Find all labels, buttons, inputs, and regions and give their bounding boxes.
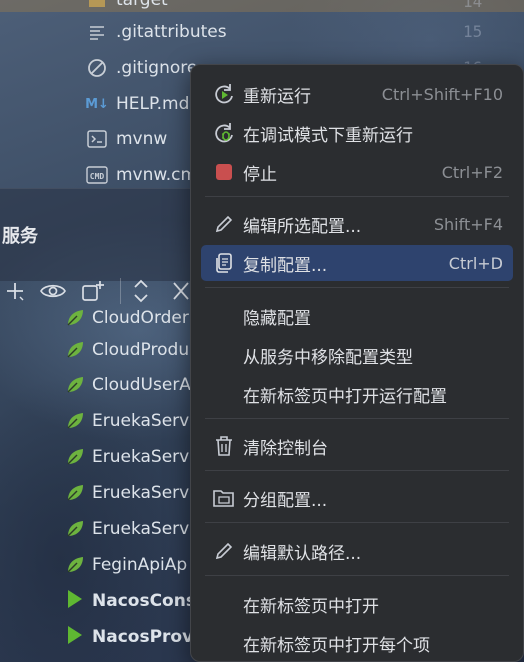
menu-item-shortcut: Ctrl+F2 — [441, 162, 503, 182]
line-number: 15 — [463, 22, 483, 41]
service-item[interactable]: EruekaServe — [64, 403, 200, 439]
service-label: NacosProv — [92, 627, 194, 647]
spring-leaf-icon — [64, 410, 86, 432]
edit-icon — [213, 213, 235, 235]
menu-item-label: 在新标签页中打开运行配置 — [243, 386, 447, 407]
edit-icon — [213, 540, 235, 562]
service-label: EruekaServe — [92, 483, 200, 503]
service-label: NacosCons — [92, 591, 196, 611]
menu-item-rerun[interactable]: 重新运行 Ctrl+Shift+F10 — [201, 76, 513, 112]
menu-item-edit-config[interactable]: 编辑所选配置... Shift+F4 — [201, 206, 513, 242]
service-item[interactable]: CloudUserA — [64, 367, 191, 403]
menu-item-rerun-debug[interactable]: 在调试模式下重新运行 — [201, 115, 513, 151]
rerun-debug-icon — [213, 122, 235, 144]
menu-item-label: 在新标签页中打开 — [243, 596, 379, 617]
menu-item-clear-console[interactable]: 清除控制台 — [201, 428, 513, 464]
service-label: EruekaServe — [92, 447, 200, 467]
menu-item-hide-config[interactable]: 隐藏配置 — [201, 298, 513, 334]
menu-separator — [205, 196, 509, 197]
menu-item-label: 重新运行 — [243, 86, 311, 107]
menu-item-stop[interactable]: 停止 Ctrl+F2 — [201, 154, 513, 190]
selected-row-highlight — [0, 0, 524, 12]
menu-item-open-run-config-new-tab[interactable]: 在新标签页中打开运行配置 — [201, 376, 513, 412]
service-label: EruekaServi — [92, 519, 194, 539]
service-label: CloudUserA — [92, 375, 191, 395]
cmd-file-icon: CMD — [86, 164, 108, 186]
menu-item-remove-config-type[interactable]: 从服务中移除配置类型 — [201, 337, 513, 373]
menu-separator — [205, 287, 509, 288]
menu-item-group-config[interactable]: 分组配置... — [201, 480, 513, 516]
rerun-icon — [213, 83, 235, 105]
menu-item-shortcut: Ctrl+Shift+F10 — [381, 84, 503, 104]
service-label: CloudProdu — [92, 340, 190, 360]
menu-item-label: 复制配置... — [243, 255, 328, 276]
spring-leaf-icon — [64, 374, 86, 396]
menu-item-label: 在调试模式下重新运行 — [243, 125, 413, 146]
service-label: EruekaServe — [92, 411, 200, 431]
menu-item-edit-default-path[interactable]: 编辑默认路径... — [201, 533, 513, 569]
spring-leaf-icon — [64, 518, 86, 540]
run-icon — [64, 626, 86, 648]
service-item-running[interactable]: NacosCons — [64, 583, 196, 619]
menu-separator — [205, 470, 509, 471]
service-item[interactable]: EruekaServe — [64, 439, 200, 475]
services-panel-title: 服务 — [2, 226, 38, 247]
menu-item-label: 编辑默认路径... — [243, 543, 362, 564]
service-item[interactable]: EruekaServi — [64, 511, 194, 547]
group-folder-icon — [213, 487, 235, 509]
menu-item-open-in-new-tab[interactable]: 在新标签页中打开 — [201, 586, 513, 622]
copy-icon — [213, 252, 235, 274]
menu-item-open-each-in-new-tab[interactable]: 在新标签页中打开每个项 — [201, 625, 513, 661]
svg-text:CMD: CMD — [90, 172, 105, 181]
menu-item-label: 分组配置... — [243, 490, 328, 511]
menu-separator — [205, 418, 509, 419]
folder-icon — [86, 0, 108, 11]
run-icon — [64, 590, 86, 612]
spring-leaf-icon — [64, 339, 86, 361]
service-item[interactable]: FeginApiAp — [64, 547, 187, 583]
trash-icon — [213, 435, 235, 457]
menu-item-label: 在新标签页中打开每个项 — [243, 635, 430, 656]
tree-item-label: target — [116, 0, 168, 10]
stop-icon — [213, 161, 235, 183]
tree-item-label: .gitignore — [116, 58, 198, 78]
menu-separator — [205, 575, 509, 576]
service-label: FeginApiAp — [92, 555, 188, 575]
tree-item-label: mvnw — [116, 129, 168, 149]
tree-item-gitattributes[interactable]: .gitattributes — [86, 14, 227, 50]
markdown-file-icon: M↓ — [85, 96, 109, 112]
ignore-file-icon — [86, 57, 108, 79]
spring-leaf-icon — [64, 446, 86, 468]
menu-item-shortcut: Shift+F4 — [433, 214, 503, 234]
menu-item-label: 停止 — [243, 164, 277, 185]
menu-item-label: 清除控制台 — [243, 438, 328, 459]
tree-item-help-md[interactable]: M↓ HELP.md — [85, 86, 190, 122]
service-item[interactable]: EruekaServe — [64, 475, 200, 511]
spring-leaf-icon — [64, 482, 86, 504]
tree-item-label: .gitattributes — [116, 22, 227, 42]
text-file-icon — [86, 21, 108, 43]
service-item[interactable]: CloudOrder — [64, 300, 189, 336]
spring-leaf-icon — [64, 554, 86, 576]
menu-item-shortcut: Ctrl+D — [448, 253, 503, 273]
menu-item-label: 从服务中移除配置类型 — [243, 347, 413, 368]
terminal-file-icon — [86, 128, 108, 150]
add-icon[interactable] — [0, 276, 30, 306]
menu-separator — [205, 522, 509, 523]
tree-item-label: HELP.md — [116, 94, 190, 114]
tree-item-mvnw[interactable]: mvnw — [86, 121, 167, 157]
menu-item-label: 编辑所选配置... — [243, 216, 362, 237]
service-item[interactable]: CloudProdu — [64, 332, 189, 368]
service-item-running[interactable]: NacosProv — [64, 619, 193, 655]
spring-leaf-icon — [64, 307, 86, 329]
menu-item-label: 隐藏配置 — [243, 308, 311, 329]
service-label: CloudOrder — [92, 308, 189, 328]
tree-item-gitignore[interactable]: .gitignore — [86, 50, 197, 86]
line-number: 14 — [463, 0, 483, 11]
context-menu: 重新运行 Ctrl+Shift+F10 在调试模式下重新运行 停止 Ctrl+F… — [190, 64, 524, 662]
menu-item-copy-config[interactable]: 复制配置... Ctrl+D — [201, 245, 513, 281]
